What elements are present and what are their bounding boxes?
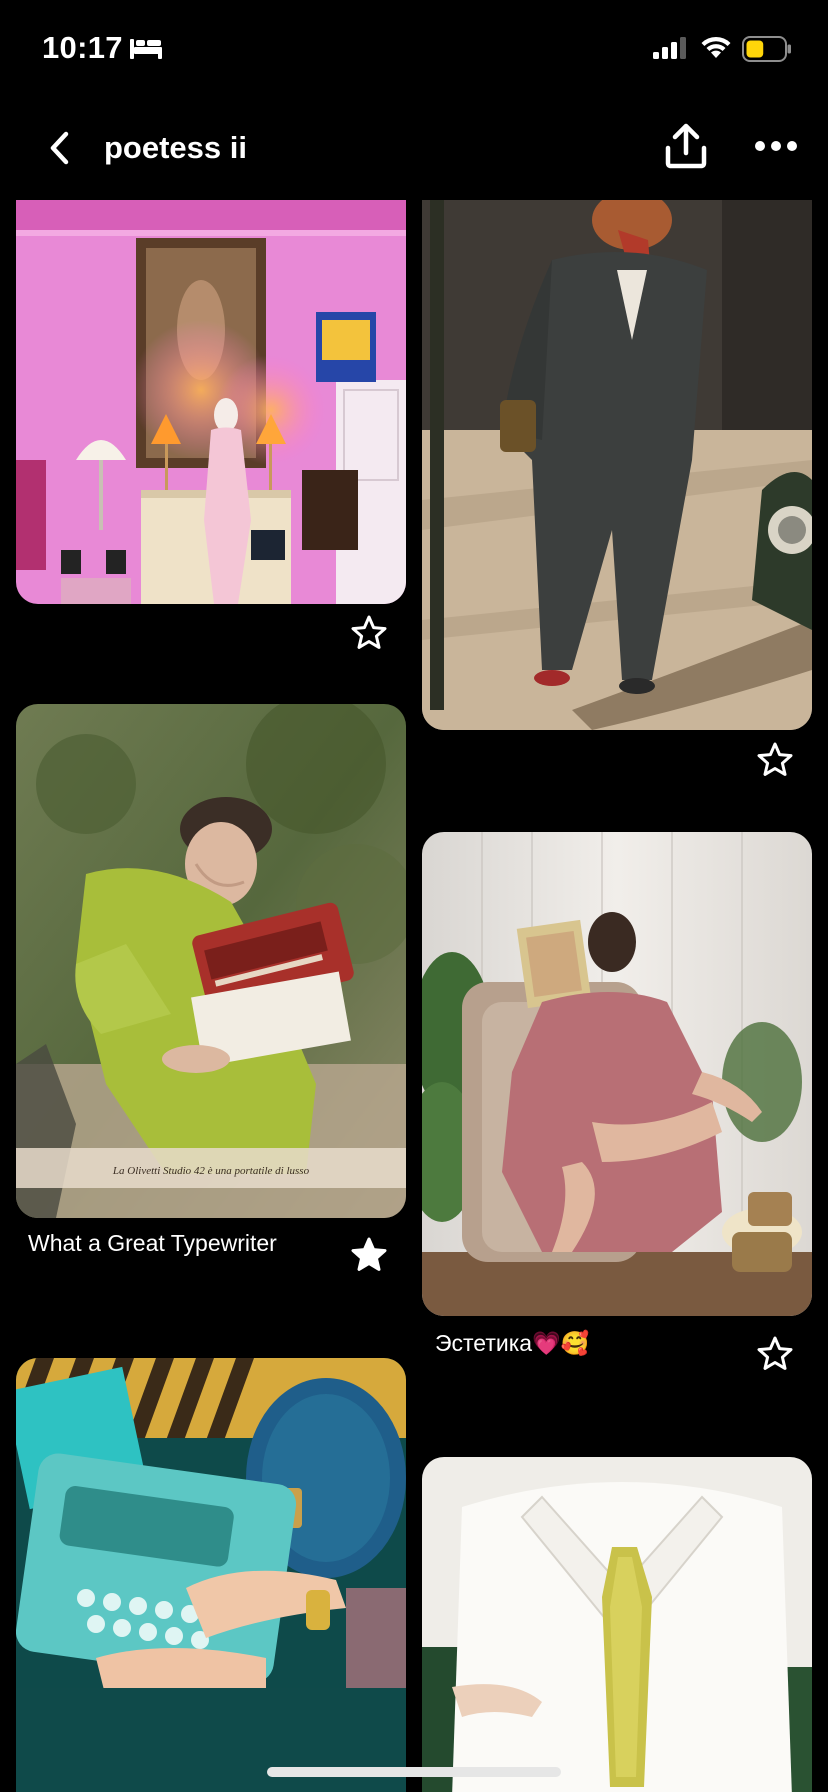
pin-caption-typewriter-ad: What a Great Typewriter — [28, 1230, 277, 1256]
bed-icon — [130, 39, 162, 59]
status-time: 10:17 — [42, 30, 123, 65]
star-outline-icon — [757, 742, 793, 776]
save-pin-pink-room-button[interactable] — [350, 614, 388, 652]
star-outline-icon — [757, 1336, 793, 1370]
battery-icon — [742, 36, 791, 62]
save-pin-typewriter-ad-button[interactable] — [350, 1236, 388, 1274]
share-button[interactable] — [664, 122, 708, 170]
pink-room-illustration — [16, 200, 406, 604]
save-pin-suit-walk-button[interactable] — [756, 741, 794, 779]
star-outline-icon — [351, 615, 387, 649]
board-title: poetess ii — [104, 130, 247, 165]
pin-image-lace-tie[interactable] — [422, 1457, 812, 1792]
share-icon — [665, 123, 707, 169]
pin-image-typewriter-ad[interactable]: La Olivetti Studio 42 è una portatile di… — [16, 704, 406, 1218]
back-button[interactable] — [42, 126, 78, 170]
save-pin-pink-dress-reading-button[interactable] — [756, 1335, 794, 1373]
pin-caption-pink-dress-reading: Эстетика💗🥰 — [435, 1330, 590, 1356]
ad-banner-text: La Olivetti Studio 42 è una portatile di… — [112, 1165, 310, 1177]
pin-image-teal-typewriter[interactable] — [16, 1358, 406, 1792]
pin-image-pink-dress-reading[interactable] — [422, 832, 812, 1316]
suit-walk-illustration — [422, 200, 812, 730]
pink-dress-reading-illustration — [422, 832, 812, 1316]
board-screen: 10:17 poetess ii La Olivetti Studio 42 è… — [0, 0, 828, 1792]
wifi-icon — [701, 36, 731, 58]
star-filled-icon — [351, 1237, 387, 1271]
pin-image-suit-walk[interactable] — [422, 200, 812, 730]
board-header: poetess ii — [0, 110, 828, 190]
cellular-signal-icon — [653, 37, 686, 59]
typewriter-ad-illustration: La Olivetti Studio 42 è una portatile di… — [16, 704, 406, 1218]
status-bar: 10:17 — [0, 0, 828, 100]
pin-image-pink-room[interactable] — [16, 200, 406, 604]
lace-tie-illustration — [422, 1457, 812, 1792]
teal-typewriter-illustration — [16, 1358, 406, 1792]
home-indicator[interactable] — [267, 1767, 561, 1777]
more-horizontal-icon — [755, 141, 797, 151]
more-options-button[interactable] — [754, 134, 798, 158]
